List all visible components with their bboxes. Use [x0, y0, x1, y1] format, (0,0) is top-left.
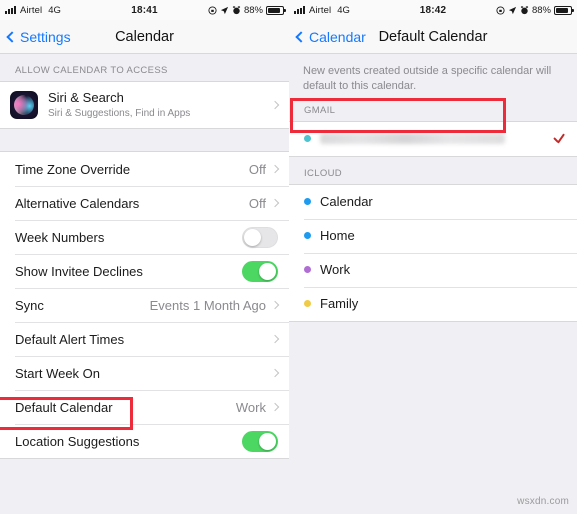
toggle-week-numbers[interactable]	[242, 226, 278, 248]
chevron-right-icon	[270, 100, 280, 110]
calendar-color-dot	[304, 232, 311, 240]
calendar-settings-list-1: Time Zone Override Off Alternative Calen…	[0, 151, 289, 459]
row-default-alert-times[interactable]: Default Alert Times	[0, 322, 289, 356]
gmail-account-row[interactable]	[289, 121, 577, 156]
row-label: Default Alert Times	[15, 331, 125, 347]
chevron-right-icon	[270, 198, 280, 208]
calendar-color-dot	[304, 135, 311, 143]
calendar-color-dot	[304, 266, 311, 274]
icloud-calendar-list: Calendar Home Work Family	[289, 183, 577, 322]
alarm-clock-icon	[232, 5, 241, 15]
row-accessory: Off	[248, 161, 280, 177]
dual-screenshot-container: Airtel 4G 18:41 88% Settings Calendar AL…	[0, 0, 577, 514]
row-label: Week Numbers	[15, 229, 105, 245]
alarm-clock-icon	[520, 5, 529, 15]
calendar-name-label: Work	[320, 262, 351, 278]
row-accessory	[270, 368, 280, 378]
row-label: Time Zone Override	[15, 161, 131, 177]
chevron-right-icon	[270, 368, 280, 378]
calendar-name-label: Home	[320, 228, 355, 244]
toggle-show-invitee-declines[interactable]	[242, 260, 278, 282]
row-time-zone-override[interactable]: Time Zone Override Off	[0, 152, 289, 186]
row-accessory: Events 1 Month Ago	[149, 297, 280, 313]
row-start-week-on[interactable]: Start Week On	[0, 356, 289, 390]
default-calendar-description: New events created outside a specific ca…	[303, 65, 552, 92]
siri-search-title: Siri & Search	[48, 90, 124, 106]
row-value: Work	[235, 399, 266, 415]
toggle-location-suggestions[interactable]	[242, 430, 278, 452]
row-label: Alternative Calendars	[15, 195, 140, 211]
sidebar-item-siri-search[interactable]: Siri & Search Siri & Suggestions, Find i…	[0, 82, 289, 128]
siri-search-list: Siri & Search Siri & Suggestions, Find i…	[0, 81, 289, 129]
row-label: Start Week On	[15, 365, 101, 381]
row-accessory	[242, 260, 278, 282]
gmail-account-list	[289, 120, 577, 157]
status-bar-right: Airtel 4G 18:42 88%	[289, 0, 577, 20]
row-accessory: Work	[235, 399, 280, 415]
watermark-label: wsxdn.com	[517, 496, 569, 507]
rotation-lock-icon	[208, 5, 217, 15]
checkmark-icon	[552, 132, 566, 146]
battery-percent-label: 88%	[243, 4, 263, 16]
back-button-label: Settings	[20, 28, 71, 45]
siri-search-subtitle: Siri & Suggestions, Find in Apps	[48, 107, 191, 119]
calendar-color-dot	[304, 300, 311, 308]
calendar-color-dot	[304, 198, 311, 206]
row-label: Location Suggestions	[15, 433, 140, 449]
siri-app-icon	[10, 91, 38, 119]
back-button-settings[interactable]: Settings	[6, 28, 71, 45]
chevron-right-icon	[270, 164, 280, 174]
row-value: Off	[248, 161, 266, 177]
row-show-invitee-declines[interactable]: Show Invitee Declines	[0, 254, 289, 288]
row-accessory: Off	[248, 195, 280, 211]
nav-bar-right: Calendar Default Calendar	[289, 20, 577, 54]
calendar-row-home[interactable]: Home	[289, 218, 577, 253]
left-phone-screen: Airtel 4G 18:41 88% Settings Calendar AL…	[0, 0, 289, 514]
row-default-calendar[interactable]: Default Calendar Work	[0, 390, 289, 424]
chevron-left-icon	[6, 30, 18, 43]
row-value: Off	[248, 195, 266, 211]
row-week-numbers[interactable]: Week Numbers	[0, 220, 289, 254]
chevron-left-icon	[295, 30, 307, 43]
section-header-gmail: GMAIL	[304, 104, 336, 116]
chevron-right-icon	[270, 402, 280, 412]
row-value: Events 1 Month Ago	[149, 297, 266, 313]
right-phone-screen: Airtel 4G 18:42 88% Calendar Default Cal…	[289, 0, 577, 514]
rotation-lock-icon	[496, 5, 505, 15]
battery-percent-label: 88%	[531, 4, 551, 16]
back-button-calendar[interactable]: Calendar	[295, 28, 366, 45]
calendar-row-family[interactable]: Family	[289, 286, 577, 321]
siri-row-accessory	[270, 100, 280, 110]
status-bar-right-group: 88%	[208, 4, 286, 16]
group-spacer-1	[0, 129, 289, 151]
location-arrow-icon	[508, 6, 517, 15]
calendar-row-calendar[interactable]: Calendar	[289, 184, 577, 219]
row-accessory	[270, 334, 280, 344]
row-label: Default Calendar	[15, 399, 113, 415]
calendar-name-label: Family	[320, 296, 359, 312]
chevron-right-icon	[270, 300, 280, 310]
calendar-name-label: Calendar	[320, 194, 373, 210]
status-bar-left: Airtel 4G 18:41 88%	[0, 0, 289, 20]
row-location-suggestions[interactable]: Location Suggestions	[0, 424, 289, 458]
location-arrow-icon	[220, 6, 229, 15]
section-header-icloud: ICLOUD	[304, 167, 342, 179]
row-label: Sync	[15, 297, 44, 313]
section-header-allow-access: ALLOW CALENDAR TO ACCESS	[15, 65, 168, 76]
row-sync[interactable]: Sync Events 1 Month Ago	[0, 288, 289, 322]
battery-icon	[554, 5, 574, 15]
row-accessory	[242, 226, 278, 248]
siri-search-text: Siri & Search Siri & Suggestions, Find i…	[48, 90, 190, 119]
back-button-label: Calendar	[309, 28, 366, 45]
redacted-email-label	[320, 133, 505, 145]
row-accessory	[242, 430, 278, 452]
status-bar-right-group: 88%	[496, 4, 574, 16]
battery-icon	[266, 5, 286, 15]
chevron-right-icon	[270, 334, 280, 344]
row-alternative-calendars[interactable]: Alternative Calendars Off	[0, 186, 289, 220]
nav-bar-left: Settings Calendar	[0, 20, 289, 54]
row-label: Show Invitee Declines	[15, 263, 143, 279]
calendar-row-work[interactable]: Work	[289, 252, 577, 287]
